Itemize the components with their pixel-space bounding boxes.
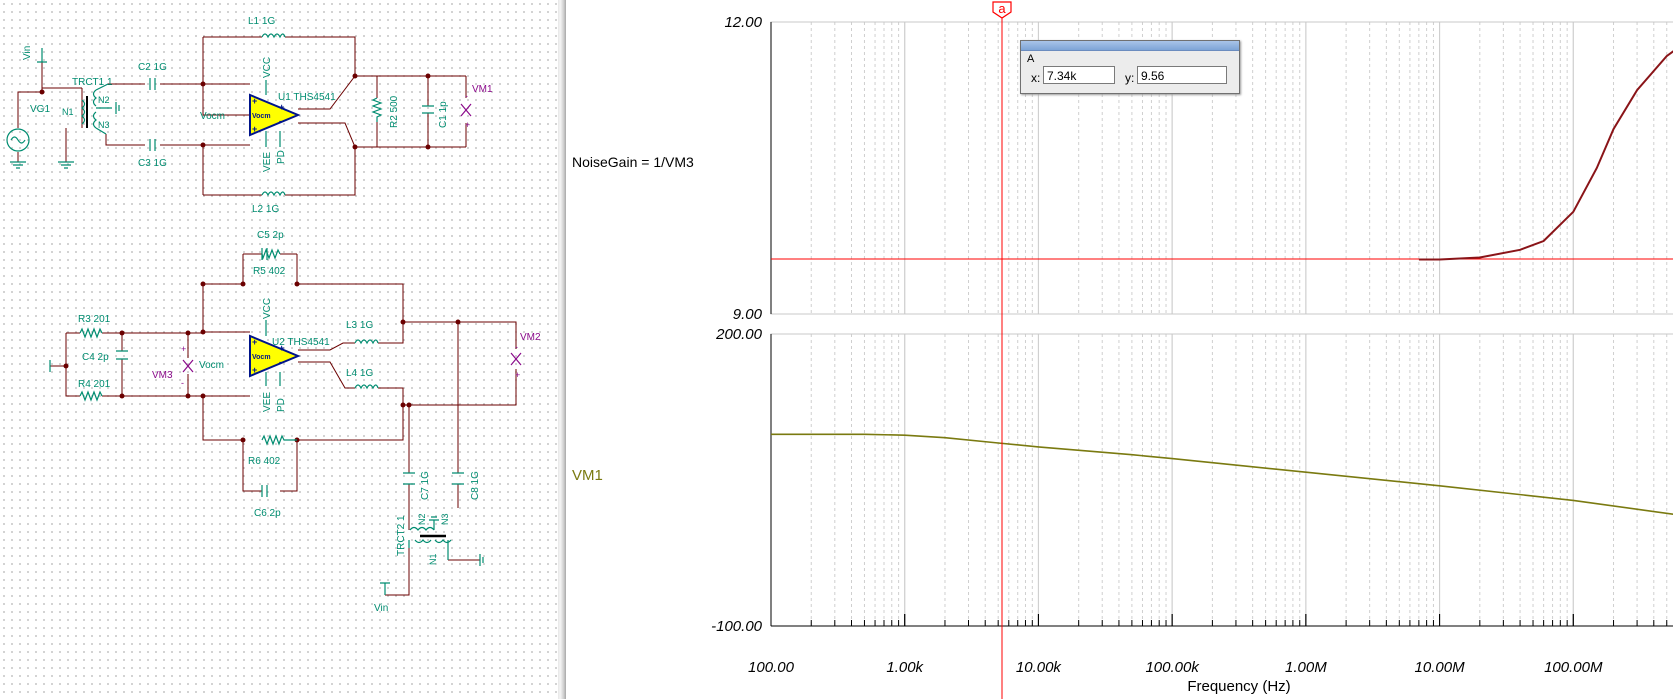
u1-vee-label: VEE [262,152,273,172]
svg-text:+: + [252,124,257,134]
r3-label: R3 201 [78,314,111,325]
svg-text:-: - [181,378,184,388]
schematic-canvas[interactable]: Vocm Vocm + + + - + + + - Vin VG1 TRCT1 1 N1… [0,0,558,699]
c3-label: C3 1G [138,158,167,169]
u1-pd-label: PD [276,150,287,164]
bottom-vin-label: Vin [374,603,388,614]
svg-text:+: + [252,337,257,347]
cursor-readout-box[interactable]: A x: 7.34k y: 9.56 [1020,40,1240,94]
bottom-ymin-label: -100.00 [711,618,763,635]
u1-vocm-label: Vocm [200,111,225,122]
u2-vocm-pin: Vocm [252,354,271,361]
top-ymax-label: 12.00 [724,14,762,31]
cursor-box-titlebar[interactable] [1021,41,1239,51]
vm1-trace[interactable] [771,433,1673,519]
x-axis-title: Frequency (Hz) [1187,678,1290,695]
u2-pd-label: PD [276,398,287,412]
noisegain-trace[interactable] [1418,27,1673,261]
x-tick-label: 100.00 [748,659,795,676]
x-tick-label: 10.00M [1415,659,1466,676]
cursor-y-field[interactable]: 9.56 [1137,66,1227,84]
bottom-plot-frame [770,333,1673,627]
top-vin-label: Vin [22,46,33,60]
trct2-label: TRCT2 1 [396,515,407,556]
svg-text:+: + [515,370,520,380]
cursor-a-name: a [998,1,1006,16]
bode-plot[interactable]: 12.00 9.00 200.00 -100.00 NoiseGain = 1/… [566,0,1673,699]
x-tick-label: 1.00M [1285,659,1327,676]
bottom-circuit-wires [50,253,517,596]
r5-label: R5 402 [253,266,286,277]
schematic-editor[interactable]: Vocm Vocm + + + - + + + - Vin VG1 TRCT1 1 N1… [0,0,558,699]
u2-vocm-label: Vocm [199,360,224,371]
r4-label: R4 201 [78,379,111,390]
trct1-n1-label: N1 [62,107,74,117]
bottom-trace-label: VM1 [572,467,603,484]
svg-text:-: - [515,342,518,352]
u2-vee-label: VEE [262,392,273,412]
c5-label: C5 2p [257,230,284,241]
cursor-y-label: y: [1125,71,1135,85]
svg-text:+: + [252,365,257,375]
svg-text:+: + [465,120,470,130]
u1-vcc-label: VCC [262,57,273,78]
diagram-window[interactable]: 12.00 9.00 200.00 -100.00 NoiseGain = 1/… [566,0,1673,699]
vm2-label: VM2 [520,332,541,343]
vm1-label: VM1 [472,84,493,95]
svg-text:+: + [252,96,257,106]
trct1-n2-label: N2 [98,95,110,105]
x-axis-ticks [770,614,1668,626]
l3-label: L3 1G [346,320,373,331]
r2-label: R2 500 [389,95,400,128]
top-trace-label: NoiseGain = 1/VM3 [572,154,694,170]
svg-text:-: - [279,116,282,126]
x-tick-label: 1.00k [886,659,924,676]
u1-label: U1 THS4541 [278,92,336,103]
l2-label: L2 1G [252,204,279,215]
x-tick-label: 100.00k [1145,659,1200,676]
vg1-label: VG1 [30,104,50,115]
bottom-ymax-label: 200.00 [715,326,763,343]
svg-text:+: + [279,102,284,112]
tina-window: Vocm Vocm + + + - + + + - Vin VG1 TRCT1 1 N1… [0,0,1673,699]
cursor-x-field[interactable]: 7.34k [1043,66,1115,84]
x-tick-labels: 100.00 1.00k 10.00k 100.00k 1.00M 10.00M 100.0… [748,659,1603,676]
cursor-box-title: A [1027,53,1035,65]
c6-label: C6 2p [254,508,281,519]
c8-label: C8 1G [470,471,481,500]
trct2-n2-label: N2 [417,513,427,525]
top-ymin-label: 9.00 [733,306,763,323]
pane-splitter[interactable] [558,0,566,699]
l1-label: L1 1G [248,16,275,27]
svg-text:-: - [465,91,468,101]
trct1-label: TRCT1 1 [72,77,113,88]
u1-vocm-pin: Vocm [252,113,271,120]
cursor-x-label: x: [1031,71,1041,85]
x-tick-label: 10.00k [1016,659,1063,676]
u2-label: U2 THS4541 [272,337,330,348]
vm3-label: VM3 [152,370,173,381]
trct2-n1-label: N1 [428,553,438,565]
svg-text:+: + [181,344,186,354]
x-tick-label: 100.00M [1544,659,1603,676]
r6-label: R6 402 [248,456,281,467]
l4-label: L4 1G [346,368,373,379]
c7-label: C7 1G [420,471,431,500]
c2-label: C2 1G [138,62,167,73]
svg-text:-: - [279,357,282,367]
trct1-n3-label: N3 [98,120,110,130]
c1-label: C1 1p [438,101,449,128]
c4-label: C4 2p [82,352,109,363]
u2-vcc-label: VCC [262,298,273,319]
trct2-n3-label: N3 [440,513,450,525]
bottom-plot-grid [770,334,1668,626]
